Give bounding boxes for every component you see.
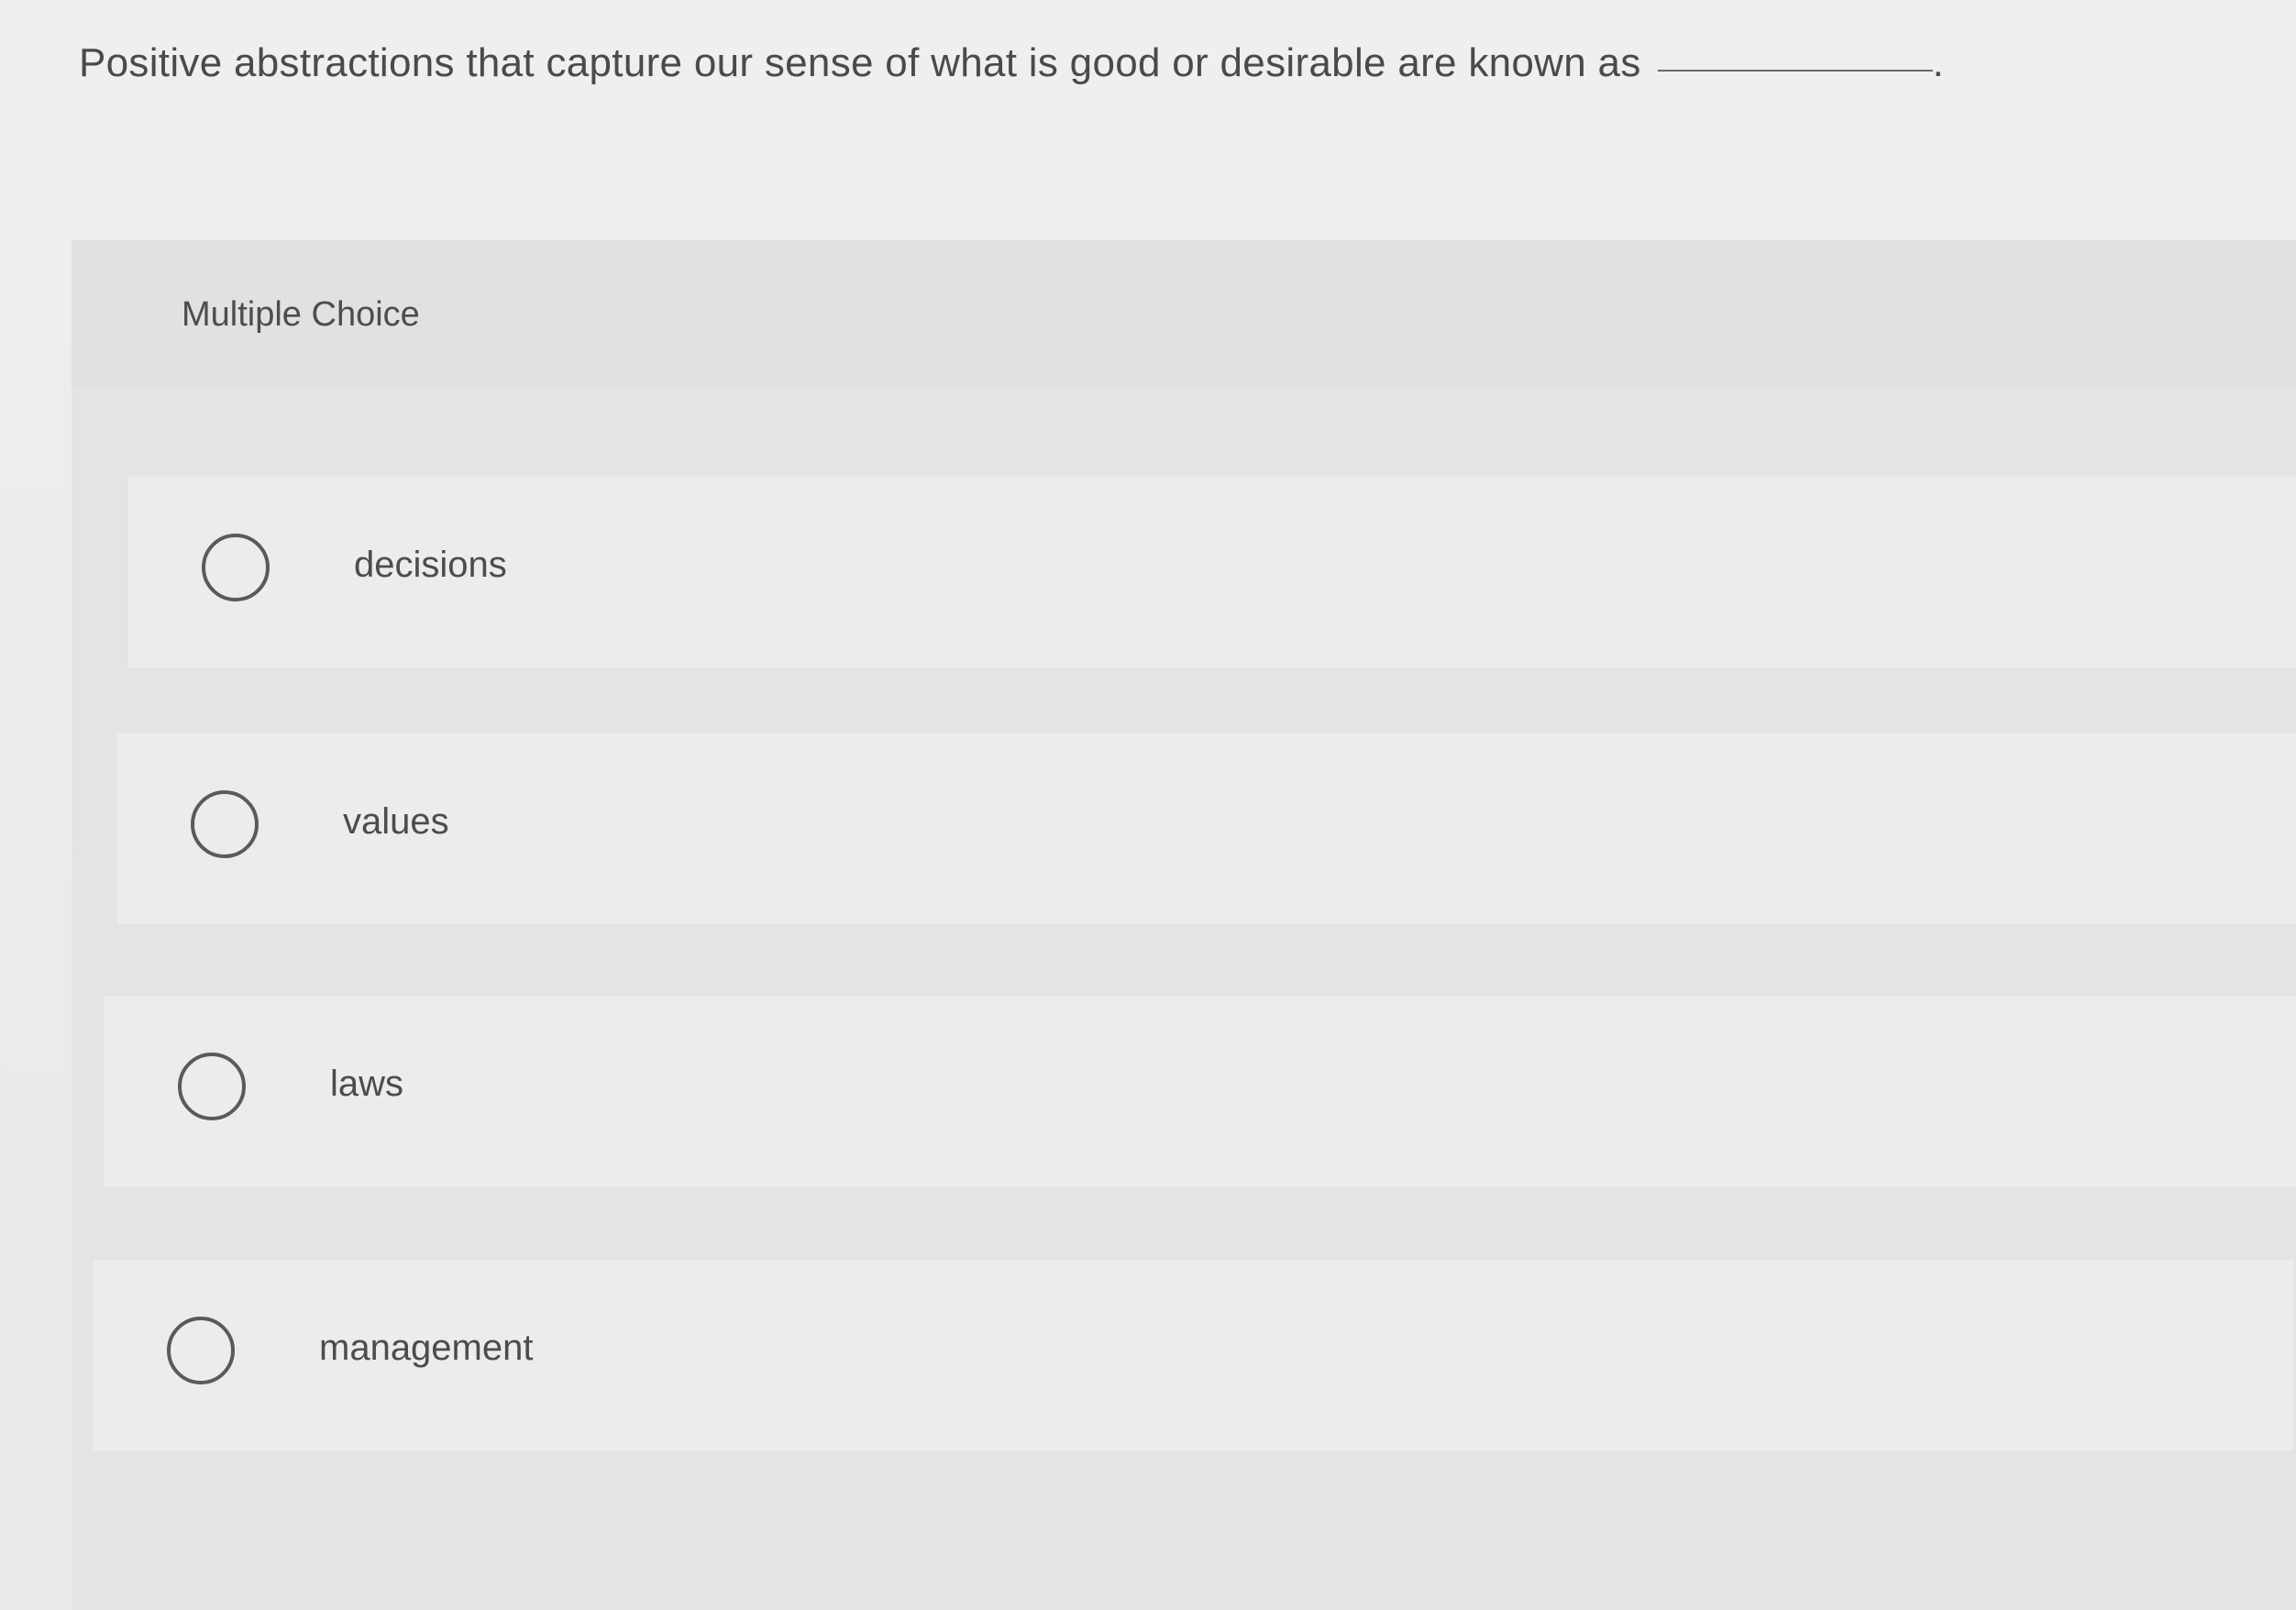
question-text: Positive abstractions that capture our s…: [79, 40, 1641, 85]
quiz-page: Positive abstractions that capture our s…: [0, 0, 2296, 1610]
answer-option-management[interactable]: management: [94, 1260, 2294, 1450]
answer-option-decisions[interactable]: decisions: [128, 477, 2296, 667]
question-trailing-punctuation: .: [1932, 40, 1945, 85]
question-prompt: Positive abstractions that capture our s…: [79, 40, 1944, 86]
multiple-choice-header: Multiple Choice: [72, 240, 2296, 387]
answer-option-label: decisions: [354, 545, 507, 585]
radio-button-icon[interactable]: [191, 790, 259, 858]
answer-option-laws[interactable]: laws: [105, 996, 2296, 1186]
question-type-label: Multiple Choice: [182, 295, 420, 334]
answer-blank-line: [1657, 70, 1933, 72]
answer-option-values[interactable]: values: [117, 733, 2296, 924]
radio-button-icon[interactable]: [178, 1053, 246, 1120]
answer-option-label: laws: [330, 1064, 404, 1104]
radio-button-icon[interactable]: [202, 534, 270, 601]
radio-button-icon[interactable]: [167, 1317, 235, 1384]
answer-option-label: values: [343, 801, 449, 842]
answer-option-label: management: [319, 1328, 534, 1368]
